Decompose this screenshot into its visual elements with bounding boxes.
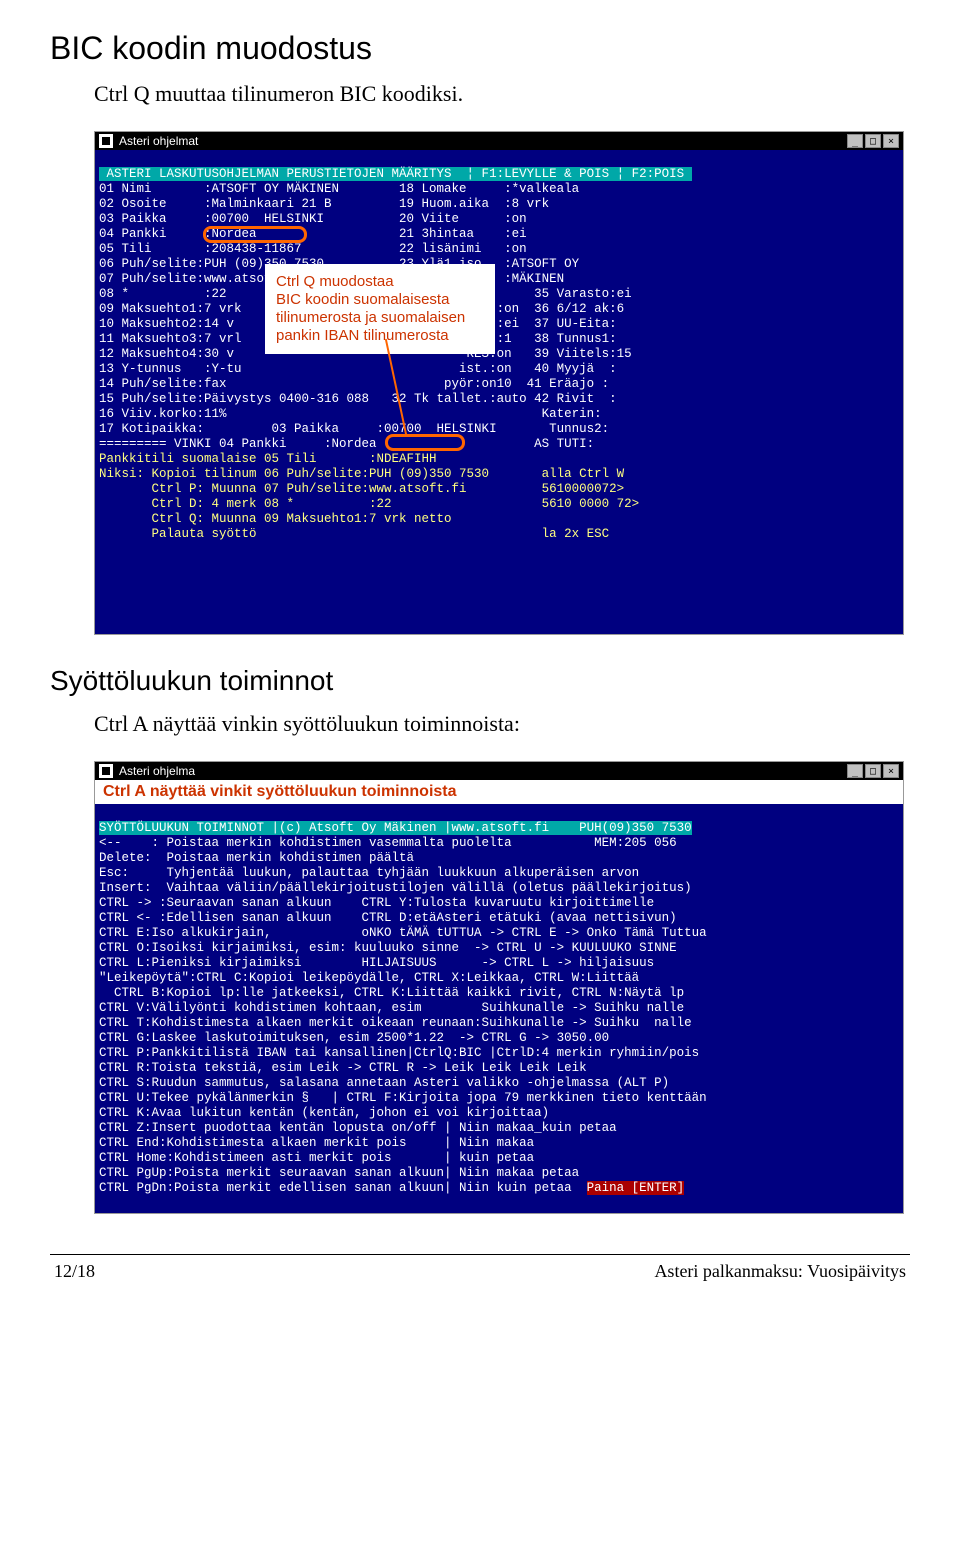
window-title: Asteri ohjelma: [119, 764, 195, 778]
window-title: Asteri ohjelmat: [119, 134, 198, 148]
terminal-window-1: Asteri ohjelmat _ □ × ASTERI LASKUTUSOHJ…: [94, 131, 904, 635]
line: CTRL T:Kohdistimesta alkaen merkit oikea…: [99, 1016, 692, 1030]
line: CTRL K:Avaa lukitun kentän (kentän, joho…: [99, 1106, 549, 1120]
line: 02 Osoite :Malminkaari 21 B 19 Huom.aika…: [99, 197, 549, 211]
line: 04 Pankki :Nordea 21 3hintaa :ei: [99, 227, 527, 241]
minimize-icon[interactable]: _: [847, 764, 863, 778]
maximize-icon[interactable]: □: [865, 764, 881, 778]
line: Palauta syöttö la 2x ESC: [99, 527, 609, 541]
paina-enter[interactable]: Paina [ENTER]: [587, 1181, 685, 1195]
system-menu-icon[interactable]: [99, 134, 113, 148]
line: CTRL U:Tekee pykälänmerkin § | CTRL F:Ki…: [99, 1091, 707, 1105]
intro-paragraph-2: Ctrl A näyttää vinkin syöttöluukun toimi…: [94, 711, 910, 737]
line: CTRL PgUp:Poista merkit seuraavan sanan …: [99, 1166, 579, 1180]
line: 13 Y-tunnus :Y-tu ist.:on 40 Myyjä :: [99, 362, 617, 376]
line: Insert: Vaihtaa väliin/päällekirjoitusti…: [99, 881, 692, 895]
hint-banner: Ctrl A näyttää vinkit syöttöluukun toimi…: [95, 780, 903, 804]
intro-paragraph-1: Ctrl Q muuttaa tilinumeron BIC koodiksi.: [94, 81, 910, 107]
line: CTRL B:Kopioi lp:lle jatkeeksi, CTRL K:L…: [99, 986, 684, 1000]
terminal-window-2: Asteri ohjelma _ □ × Ctrl A näyttää vink…: [94, 761, 904, 1214]
line: Niksi: Kopioi tilinum 06 Puh/selite:PUH …: [99, 467, 624, 481]
line: CTRL L:Pieniksi kirjaimiksi HILJAISUUS -…: [99, 956, 654, 970]
system-menu-icon[interactable]: [99, 764, 113, 778]
line: CTRL O:Isoiksi kirjaimiksi, esim: kuuluu…: [99, 941, 677, 955]
terminal-body-1: ASTERI LASKUTUSOHJELMAN PERUSTIETOJEN MÄ…: [95, 150, 903, 634]
line: 01 Nimi :ATSOFT OY MÄKINEN 18 Lomake :*v…: [99, 182, 579, 196]
line: 15 Puh/selite:Päivystys 0400-316 088 32 …: [99, 392, 617, 406]
line: 03 Paikka :00700 HELSINKI 20 Viite :on: [99, 212, 527, 226]
line: Delete: Poistaa merkin kohdistimen päält…: [99, 851, 414, 865]
section-heading-2: Syöttöluukun toiminnot: [50, 665, 910, 697]
footer-title: Asteri palkanmaksu: Vuosipäivitys: [654, 1261, 906, 1282]
terminal-body-2: SYÖTTÖLUUKUN TOIMINNOT |(c) Atsoft Oy Mä…: [95, 804, 903, 1213]
page-number: 12/18: [54, 1261, 95, 1282]
page-title: BIC koodin muodostus: [50, 30, 910, 67]
line: Esc: Tyhjentää luukun, palauttaa tyhjään…: [99, 866, 639, 880]
line: Ctrl D: 4 merk 08 * :22 5610 0000 72>: [99, 497, 639, 511]
line: CTRL P:Pankkitilistä IBAN tai kansalline…: [99, 1046, 699, 1060]
page-footer: 12/18 Asteri palkanmaksu: Vuosipäivitys: [50, 1261, 910, 1292]
terminal-header: SYÖTTÖLUUKUN TOIMINNOT |(c) Atsoft Oy Mä…: [99, 821, 692, 835]
line: Pankkitili suomalaise 05 Tili :NDEAFIHH: [99, 452, 437, 466]
line: CTRL PgDn:Poista merkit edellisen sanan …: [99, 1181, 587, 1195]
line: <-- : Poistaa merkin kohdistimen vasemma…: [99, 836, 677, 850]
line: Ctrl P: Muunna 07 Puh/selite:www.atsoft.…: [99, 482, 624, 496]
close-icon[interactable]: ×: [883, 134, 899, 148]
line: CTRL V:Välilyönti kohdistimen kohtaan, e…: [99, 1001, 684, 1015]
line: CTRL G:Laskee laskutoimituksen, esim 250…: [99, 1031, 609, 1045]
line: Ctrl Q: Muunna 09 Maksuehto1:7 vrk netto: [99, 512, 452, 526]
line: CTRL R:Toista tekstiä, esim Leik -> CTRL…: [99, 1061, 587, 1075]
titlebar: Asteri ohjelmat _ □ ×: [95, 132, 903, 150]
minimize-icon[interactable]: _: [847, 134, 863, 148]
callout-ctrlq: Ctrl Q muodostaa BIC koodin suomalaisest…: [265, 264, 495, 354]
titlebar: Asteri ohjelma _ □ ×: [95, 762, 903, 780]
line: 14 Puh/selite:fax pyör:on10 41 Eräajo :: [99, 377, 609, 391]
line: 05 Tili :208438-11867 22 lisänimi :on: [99, 242, 527, 256]
maximize-icon[interactable]: □: [865, 134, 881, 148]
line: CTRL S:Ruudun sammutus, salasana annetaa…: [99, 1076, 669, 1090]
line: CTRL -> :Seuraavan sanan alkuun CTRL Y:T…: [99, 896, 654, 910]
line: "Leikepöytä":CTRL C:Kopioi leikepöydälle…: [99, 971, 639, 985]
footer-divider: [50, 1254, 910, 1255]
line: CTRL <- :Edellisen sanan alkuun CTRL D:e…: [99, 911, 677, 925]
line: CTRL Z:Insert puodottaa kentän lopusta o…: [99, 1121, 617, 1135]
line: CTRL Home:Kohdistimeen asti merkit pois …: [99, 1151, 534, 1165]
line: CTRL End:Kohdistimesta alkaen merkit poi…: [99, 1136, 534, 1150]
line: ========= VINKI 04 Pankki :Nordea AS TUT…: [99, 437, 594, 451]
line: 17 Kotipaikka: 03 Paikka :00700 HELSINKI…: [99, 422, 609, 436]
line: CTRL E:Iso alkukirjain, oNKO tÄMÄ tUTTUA…: [99, 926, 707, 940]
close-icon[interactable]: ×: [883, 764, 899, 778]
line: 16 Viiv.korko:11% Katerin:: [99, 407, 602, 421]
terminal-header: ASTERI LASKUTUSOHJELMAN PERUSTIETOJEN MÄ…: [99, 167, 692, 181]
